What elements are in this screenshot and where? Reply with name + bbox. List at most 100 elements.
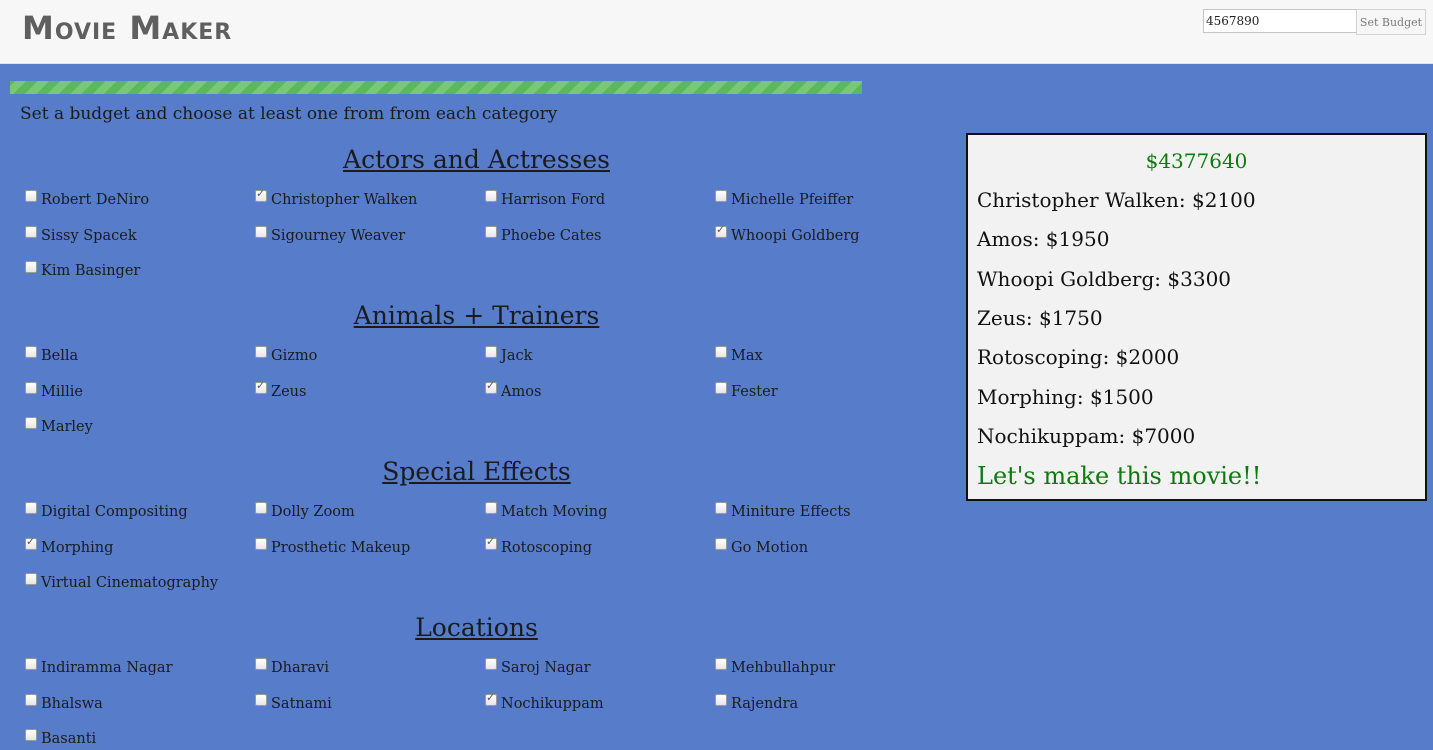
checkbox[interactable]: [255, 538, 267, 550]
checkbox[interactable]: [255, 502, 267, 514]
checkbox[interactable]: [715, 538, 727, 550]
checkbox-checked[interactable]: [485, 691, 497, 706]
option-morphing[interactable]: Morphing: [25, 535, 114, 557]
option-label: Miniture Effects: [731, 504, 851, 520]
option-label: Harrison Ford: [501, 192, 606, 208]
option-jack[interactable]: Jack: [485, 345, 532, 365]
checkbox[interactable]: [25, 417, 37, 429]
checkbox-checked[interactable]: [25, 535, 37, 550]
summary-line: Christopher Walken: $2100: [977, 188, 1256, 212]
checkbox[interactable]: [255, 694, 267, 706]
checkbox[interactable]: [25, 573, 37, 585]
set-budget-button[interactable]: Set Budget: [1356, 9, 1426, 35]
checkbox-checked[interactable]: [485, 379, 497, 394]
checkbox[interactable]: [25, 261, 37, 273]
checkbox-checked[interactable]: [715, 223, 727, 238]
option-dolly-zoom[interactable]: Dolly Zoom: [255, 501, 355, 521]
checkbox[interactable]: [25, 658, 37, 670]
option-label: Christopher Walken: [271, 192, 418, 208]
option-label: Max: [731, 348, 763, 364]
option-label: Dharavi: [271, 660, 330, 676]
checkbox[interactable]: [715, 694, 727, 706]
checkbox-checked[interactable]: [255, 379, 267, 394]
checkbox[interactable]: [715, 346, 727, 358]
checkbox[interactable]: [25, 729, 37, 741]
checkbox[interactable]: [25, 694, 37, 706]
checkbox[interactable]: [485, 502, 497, 514]
option-label: Zeus: [271, 384, 307, 400]
checkbox[interactable]: [255, 346, 267, 358]
option-indiramma-nagar[interactable]: Indiramma Nagar: [25, 657, 173, 677]
option-label: Fester: [731, 384, 778, 400]
checkbox[interactable]: [255, 658, 267, 670]
section-title: Actors and Actresses: [343, 145, 610, 174]
checkbox[interactable]: [25, 346, 37, 358]
option-mehbullahpur[interactable]: Mehbullahpur: [715, 657, 835, 677]
option-label: Morphing: [41, 540, 114, 556]
option-label: Prosthetic Makeup: [271, 540, 411, 556]
selection-summary-panel: $4377640 Christopher Walken: $2100 Amos: …: [966, 133, 1427, 501]
option-digital-compositing[interactable]: Digital Compositing: [25, 501, 188, 521]
option-harrison-ford[interactable]: Harrison Ford: [485, 189, 605, 209]
option-christopher-walken[interactable]: Christopher Walken: [255, 187, 418, 209]
option-whoopi-goldberg[interactable]: Whoopi Goldberg: [715, 223, 860, 245]
option-phoebe-cates[interactable]: Phoebe Cates: [485, 225, 601, 245]
option-sigourney-weaver[interactable]: Sigourney Weaver: [255, 225, 405, 245]
option-kim-basinger[interactable]: Kim Basinger: [25, 260, 140, 280]
option-robert-deniro[interactable]: Robert DeNiro: [25, 189, 149, 209]
budget-input[interactable]: [1203, 9, 1358, 33]
option-match-moving[interactable]: Match Moving: [485, 501, 607, 521]
checkbox[interactable]: [715, 502, 727, 514]
checkbox[interactable]: [25, 502, 37, 514]
checkbox[interactable]: [715, 382, 727, 394]
checkbox[interactable]: [485, 346, 497, 358]
checkbox[interactable]: [485, 226, 497, 238]
option-rotoscoping[interactable]: Rotoscoping: [485, 535, 592, 557]
option-label: Match Moving: [501, 504, 608, 520]
checkbox[interactable]: [715, 190, 727, 202]
section-title: Animals + Trainers: [353, 301, 600, 330]
summary-line: Amos: $1950: [977, 227, 1110, 252]
option-michelle-pfeiffer[interactable]: Michelle Pfeiffer: [715, 189, 853, 209]
checkbox[interactable]: [485, 658, 497, 670]
option-millie[interactable]: Millie: [25, 381, 83, 401]
option-label: Bella: [41, 348, 79, 364]
section-title: Special Effects: [382, 457, 571, 486]
option-label: Nochikuppam: [501, 696, 604, 712]
option-virtual-cinematography[interactable]: Virtual Cinematography: [25, 572, 218, 592]
option-marley[interactable]: Marley: [25, 416, 93, 436]
option-bhalswa[interactable]: Bhalswa: [25, 693, 103, 713]
option-bella[interactable]: Bella: [25, 345, 78, 365]
option-dharavi[interactable]: Dharavi: [255, 657, 329, 677]
checkbox[interactable]: [715, 658, 727, 670]
checkbox[interactable]: [25, 226, 37, 238]
option-max[interactable]: Max: [715, 345, 763, 365]
option-basanti[interactable]: Basanti: [25, 728, 96, 748]
option-nochikuppam[interactable]: Nochikuppam: [485, 691, 604, 713]
option-label: Sissy Spacek: [41, 228, 137, 244]
option-amos[interactable]: Amos: [485, 379, 541, 401]
progress-bar: [10, 81, 862, 94]
checkbox-checked[interactable]: [485, 535, 497, 550]
option-label: Indiramma Nagar: [41, 660, 173, 676]
option-go-motion[interactable]: Go Motion: [715, 537, 808, 557]
option-label: Kim Basinger: [41, 263, 141, 279]
option-fester[interactable]: Fester: [715, 381, 778, 401]
option-saroj-nagar[interactable]: Saroj Nagar: [485, 657, 591, 677]
option-label: Sigourney Weaver: [271, 228, 406, 244]
checkbox[interactable]: [25, 382, 37, 394]
option-label: Jack: [501, 348, 533, 364]
option-prosthetic-makeup[interactable]: Prosthetic Makeup: [255, 537, 410, 557]
option-sissy-spacek[interactable]: Sissy Spacek: [25, 225, 137, 245]
option-rajendra[interactable]: Rajendra: [715, 693, 798, 713]
section-title: Locations: [415, 613, 538, 642]
option-satnami[interactable]: Satnami: [255, 693, 332, 713]
option-label: Mehbullahpur: [731, 660, 836, 676]
option-gizmo[interactable]: Gizmo: [255, 345, 317, 365]
checkbox[interactable]: [25, 190, 37, 202]
option-miniture-effects[interactable]: Miniture Effects: [715, 501, 851, 521]
checkbox[interactable]: [255, 226, 267, 238]
checkbox[interactable]: [485, 190, 497, 202]
checkbox-checked[interactable]: [255, 187, 267, 202]
option-zeus[interactable]: Zeus: [255, 379, 307, 401]
